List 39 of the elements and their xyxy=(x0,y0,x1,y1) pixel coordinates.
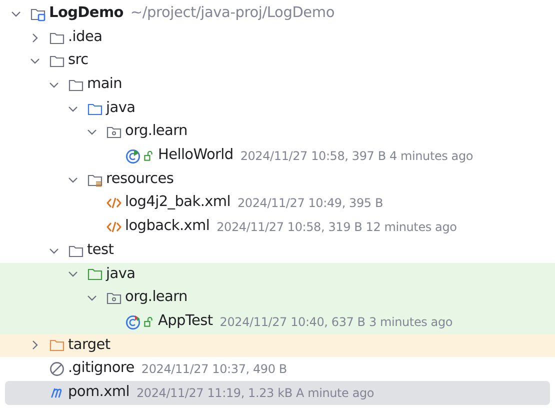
file-details: 2024/11/27 11:19, 1.23 kB A minute ago xyxy=(136,384,374,402)
file-details: 2024/11/27 10:58, 319 B 12 minutes ago xyxy=(216,219,457,236)
package-icon xyxy=(106,290,122,306)
folder-name[interactable]: org.learn xyxy=(125,121,188,144)
file-name[interactable]: pom.xml xyxy=(68,382,130,404)
package-icon xyxy=(106,124,122,140)
file-name[interactable]: AppTest xyxy=(158,310,213,333)
folder-name[interactable]: resources xyxy=(106,168,174,191)
folder-name[interactable]: target xyxy=(68,334,110,356)
folder-name[interactable]: java xyxy=(106,98,136,120)
tree-row-highlight[interactable]: java xyxy=(0,262,555,286)
file-name[interactable]: logback.xml xyxy=(125,216,210,238)
file-name[interactable]: .gitignore xyxy=(68,358,134,380)
excluded-folder-icon xyxy=(49,337,65,354)
project-path: ~/project/java-proj/LogDemo xyxy=(130,4,334,23)
tree-row-highlight[interactable]: pom.xml 2024/11/27 11:19, 1.23 kB A minute ago xyxy=(5,381,550,405)
folder-icon xyxy=(49,53,65,70)
file-details: 2024/11/27 10:58, 397 B 4 minutes ago xyxy=(240,148,474,165)
tree-row-highlight[interactable]: org.learn xyxy=(0,286,555,310)
folder-name[interactable]: java xyxy=(106,264,136,286)
folder-name[interactable]: src xyxy=(68,50,88,72)
unlocked-padlock-icon xyxy=(144,150,153,161)
blocked-circle-icon xyxy=(49,361,65,378)
file-name[interactable]: HelloWorld xyxy=(158,145,234,167)
file-details: 2024/11/27 10:40, 637 B 3 minutes ago xyxy=(220,314,453,331)
file-details: 2024/11/27 10:49, 395 B xyxy=(237,195,384,212)
tree-row-highlight[interactable]: AppTest 2024/11/27 10:40, 637 B 3 minutes ago xyxy=(0,310,555,334)
folder-name[interactable]: org.learn xyxy=(125,287,188,309)
folder-name[interactable]: main xyxy=(87,74,122,96)
folder-name[interactable]: .idea xyxy=(68,26,102,48)
folder-name[interactable]: test xyxy=(87,240,114,262)
class-icon xyxy=(125,148,141,164)
file-name[interactable]: log4j2_bak.xml xyxy=(125,192,230,214)
tree-row-highlight[interactable]: target xyxy=(0,334,555,358)
test-folder-icon xyxy=(87,266,103,282)
folder-name[interactable]: LogDemo xyxy=(49,2,124,25)
test-class-icon xyxy=(125,314,141,330)
unlocked-padlock-icon xyxy=(144,316,153,327)
file-details: 2024/11/27 10:37, 490 B xyxy=(141,361,287,378)
